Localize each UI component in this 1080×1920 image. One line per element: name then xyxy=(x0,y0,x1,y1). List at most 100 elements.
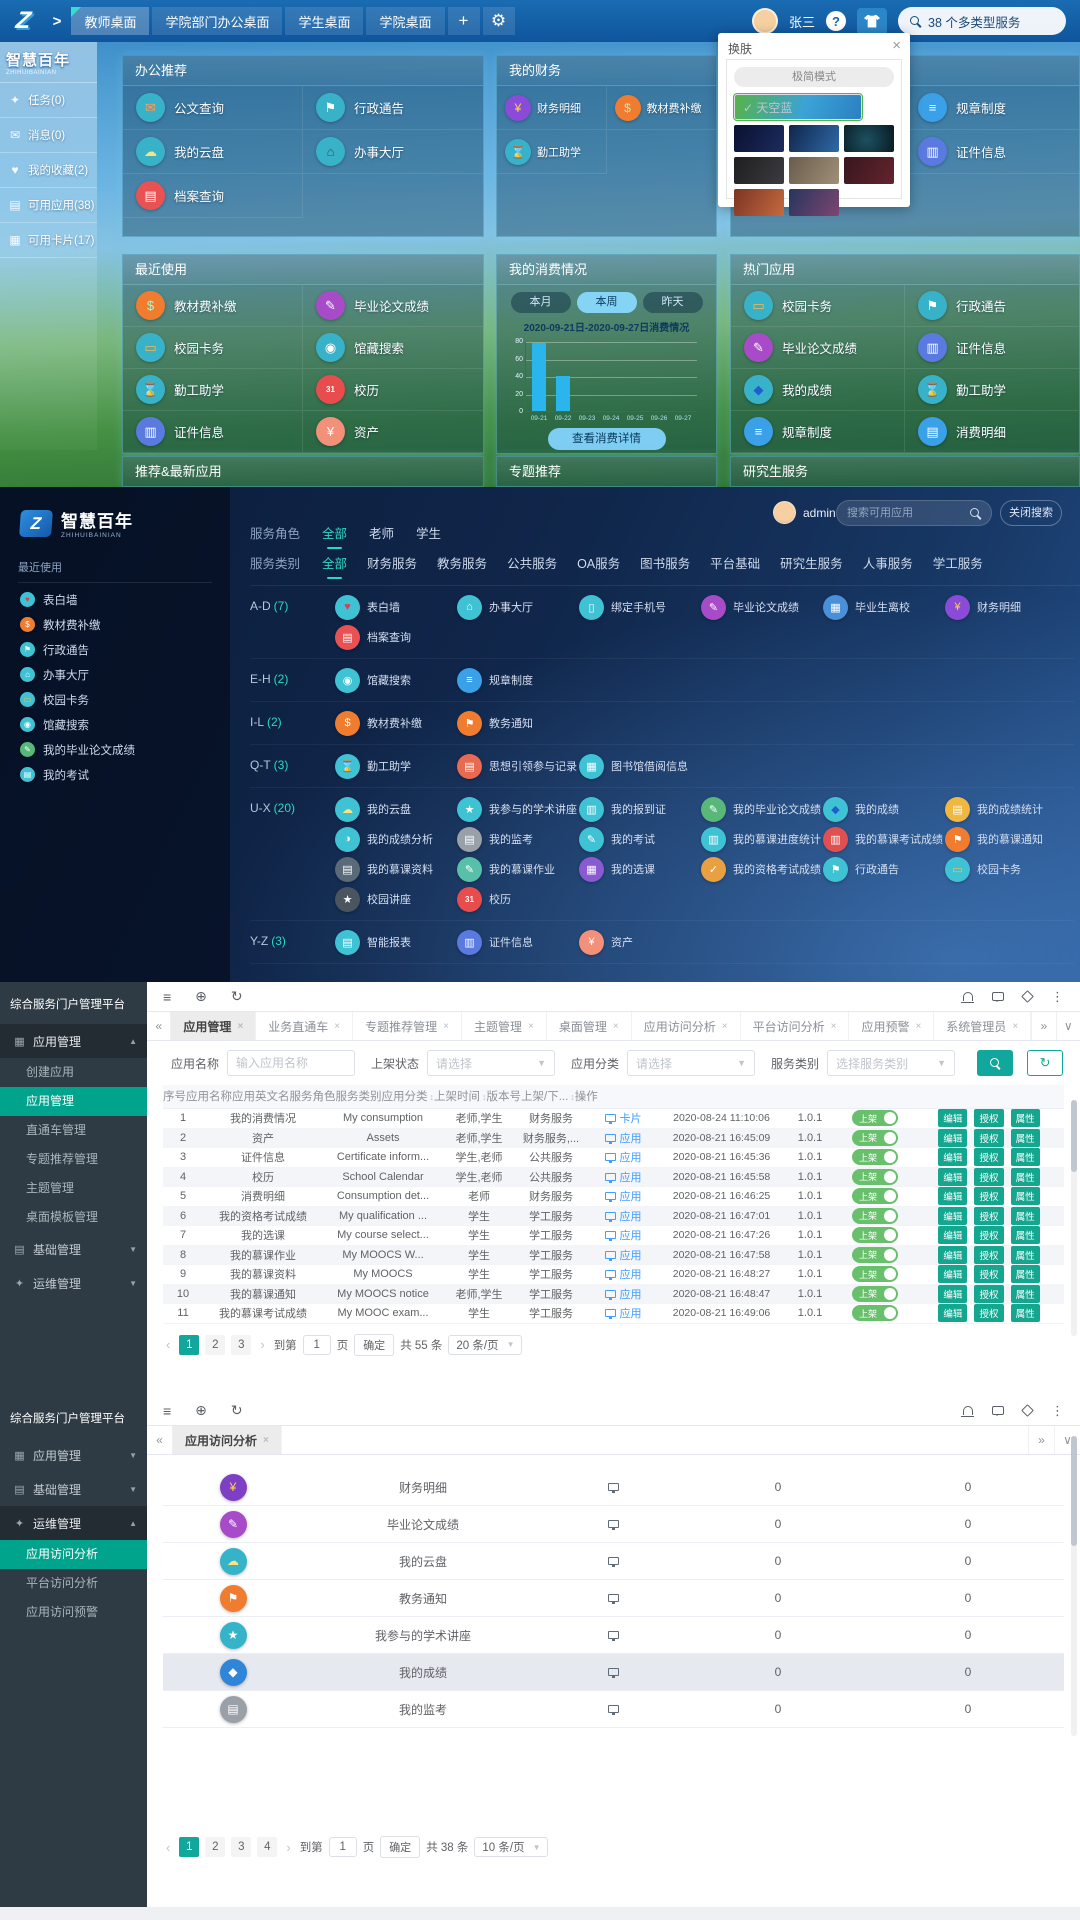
search-icon[interactable] xyxy=(970,508,981,519)
app-item[interactable]: ⚑ 教务通知 xyxy=(457,708,579,738)
shelf-toggle[interactable]: 上架 xyxy=(852,1110,898,1126)
app-item[interactable]: ✎ 毕业论文成绩 xyxy=(701,592,823,622)
app-item[interactable]: $ 教材费补缴 xyxy=(123,285,303,327)
submenu-item[interactable]: 桌面模板管理 xyxy=(0,1203,147,1232)
close-icon[interactable]: × xyxy=(237,1021,243,1032)
app-item[interactable]: ▥ 我的慕课进度统计 xyxy=(701,824,823,854)
edit-button[interactable]: 编辑 xyxy=(938,1265,967,1283)
app-item[interactable]: ★ 我参与的学术讲座 xyxy=(457,794,579,824)
desktop-tab[interactable]: 教师桌面 xyxy=(71,7,149,35)
page-number[interactable]: 2 xyxy=(205,1837,225,1857)
app-item[interactable]: ▥ 证件信息 xyxy=(905,327,1079,369)
recent-app-item[interactable]: ⌂ 办事大厅 xyxy=(0,662,230,687)
authorize-button[interactable]: 授权 xyxy=(974,1226,1003,1244)
scrollbar[interactable] xyxy=(1071,1436,1077,1736)
theme-thumbnail[interactable] xyxy=(789,157,839,184)
authorize-button[interactable]: 授权 xyxy=(974,1148,1003,1166)
table-row[interactable]: ☁ 我的云盘 0 0 xyxy=(163,1543,1064,1580)
menu-app-management[interactable]: ▦ 应用管理 ▲ xyxy=(0,1024,147,1058)
app-name-input[interactable] xyxy=(227,1050,355,1076)
table-row[interactable]: 10 我的慕课通知 My MOOCS notice 老师,学生 学工服务 应用 … xyxy=(163,1285,1064,1305)
property-button[interactable]: 属性 xyxy=(1011,1226,1040,1244)
scrollbar[interactable] xyxy=(1071,1100,1077,1336)
page-number[interactable]: 1 xyxy=(179,1837,199,1857)
theme-thumbnail[interactable] xyxy=(844,125,894,152)
app-class-link[interactable]: 应用 xyxy=(605,1266,642,1282)
table-row[interactable]: 11 我的慕课考试成绩 My MOOC exam... 学生 学工服务 应用 2… xyxy=(163,1304,1064,1324)
authorize-button[interactable]: 授权 xyxy=(974,1285,1003,1303)
table-row[interactable]: ★ 我参与的学术讲座 0 0 xyxy=(163,1617,1064,1654)
page-number[interactable]: 3 xyxy=(231,1335,251,1355)
app-class-link[interactable]: 应用 xyxy=(605,1188,642,1204)
close-icon[interactable]: × xyxy=(915,1021,921,1032)
bell-icon[interactable] xyxy=(963,1406,973,1415)
property-button[interactable]: 属性 xyxy=(1011,1148,1040,1166)
prev-page-icon[interactable]: ‹ xyxy=(163,1840,173,1855)
app-item[interactable]: ▯ 绑定手机号 xyxy=(579,592,701,622)
recent-app-item[interactable]: ▭ 校园卡务 xyxy=(0,687,230,712)
property-button[interactable]: 属性 xyxy=(1011,1129,1040,1147)
table-row[interactable]: 6 我的资格考试成绩 My qualification ... 学生 学工服务 … xyxy=(163,1207,1064,1227)
app-class-link[interactable]: 应用 xyxy=(605,1130,642,1146)
table-row[interactable]: 3 证件信息 Certificate inform... 学生,老师 公共服务 … xyxy=(163,1148,1064,1168)
category-option[interactable]: 教务服务 xyxy=(437,553,487,572)
edit-button[interactable]: 编辑 xyxy=(938,1246,967,1264)
app-item[interactable]: ▦ 图书馆借阅信息 xyxy=(579,751,701,781)
recent-app-item[interactable]: ◉ 馆藏搜索 xyxy=(0,712,230,737)
recent-app-item[interactable]: ▤ 我的考试 xyxy=(0,762,230,787)
simple-mode-button[interactable]: 极简模式 xyxy=(734,67,894,87)
property-button[interactable]: 属性 xyxy=(1011,1187,1040,1205)
sidebar-item[interactable]: ▤ 可用应用(38) xyxy=(0,188,97,223)
role-option[interactable]: 学生 xyxy=(416,523,441,542)
app-item[interactable]: 31 校历 xyxy=(457,884,579,914)
tabs-scroll-right-icon[interactable]: » xyxy=(1028,1426,1054,1454)
table-row[interactable]: 2 资产 Assets 老师,学生 财务服务,... 应用 2020-08-21… xyxy=(163,1129,1064,1149)
confirm-button[interactable]: 确定 xyxy=(380,1836,420,1858)
menu-item[interactable]: ▦ 应用管理 ▼ xyxy=(0,1438,147,1472)
app-item[interactable]: ≡ 规章制度 xyxy=(731,411,905,453)
app-class-link[interactable]: 应用 xyxy=(605,1149,642,1165)
desktop-tab[interactable]: 学生桌面 xyxy=(285,7,363,35)
app-item[interactable]: ⌂ 办事大厅 xyxy=(303,130,483,174)
app-item[interactable]: ★ 校园讲座 xyxy=(335,884,457,914)
role-option[interactable]: 全部 xyxy=(322,523,347,542)
app-item[interactable]: ▭ 校园卡务 xyxy=(123,327,303,369)
sidebar-item[interactable]: ♥ 我的收藏(2) xyxy=(0,153,97,188)
edit-button[interactable]: 编辑 xyxy=(938,1304,967,1322)
authorize-button[interactable]: 授权 xyxy=(974,1207,1003,1225)
table-row[interactable]: 4 校历 School Calendar 学生,老师 公共服务 应用 2020-… xyxy=(163,1168,1064,1188)
column-header[interactable]: 应用名称 xyxy=(186,1085,232,1108)
next-page-icon[interactable]: › xyxy=(257,1337,267,1352)
shelf-toggle[interactable]: 上架 xyxy=(852,1247,898,1263)
app-item[interactable]: ◆ 我的成绩 xyxy=(823,794,945,824)
search-button[interactable] xyxy=(977,1050,1013,1076)
table-row[interactable]: 7 我的选课 My course select... 学生 学工服务 应用 20… xyxy=(163,1226,1064,1246)
recent-app-item[interactable]: $ 教材费补缴 xyxy=(0,612,230,637)
close-icon[interactable]: × xyxy=(443,1021,449,1032)
authorize-button[interactable]: 授权 xyxy=(974,1246,1003,1264)
page-number[interactable]: 4 xyxy=(257,1837,277,1857)
theme-thumbnail[interactable] xyxy=(844,157,894,184)
app-item[interactable]: ¥ 财务明细 xyxy=(497,86,607,130)
sidebar-item[interactable]: ▦ 可用卡片(17) xyxy=(0,223,97,258)
search-input[interactable] xyxy=(847,507,970,519)
app-item[interactable]: ✎ 我的毕业论文成绩 xyxy=(701,794,823,824)
column-header[interactable]: 版本号 xyxy=(487,1085,522,1108)
close-icon[interactable]: × xyxy=(613,1021,619,1032)
prev-page-icon[interactable]: ‹ xyxy=(163,1337,173,1352)
page-number[interactable]: 1 xyxy=(179,1335,199,1355)
property-button[interactable]: 属性 xyxy=(1011,1265,1040,1283)
app-item[interactable]: $ 教材费补缴 xyxy=(607,86,717,130)
app-item[interactable]: ¥ 资产 xyxy=(579,927,701,957)
consumption-tab[interactable]: 本周 xyxy=(577,292,637,313)
role-option[interactable]: 老师 xyxy=(369,523,394,542)
recent-app-item[interactable]: ⚑ 行政通告 xyxy=(0,637,230,662)
app-class-link[interactable]: 应用 xyxy=(605,1227,642,1243)
sidebar-item[interactable]: ✦ 任务(0) xyxy=(0,83,97,118)
admin-user[interactable]: admin xyxy=(773,501,836,524)
app-item[interactable]: ¥ 财务明细 xyxy=(945,592,1067,622)
submenu-item[interactable]: 应用访问分析 xyxy=(0,1540,147,1569)
submenu-item[interactable]: 应用访问预警 xyxy=(0,1598,147,1627)
refresh-icon[interactable]: ↻ xyxy=(231,988,243,1005)
table-row[interactable]: ⚑ 教务通知 0 0 xyxy=(163,1580,1064,1617)
